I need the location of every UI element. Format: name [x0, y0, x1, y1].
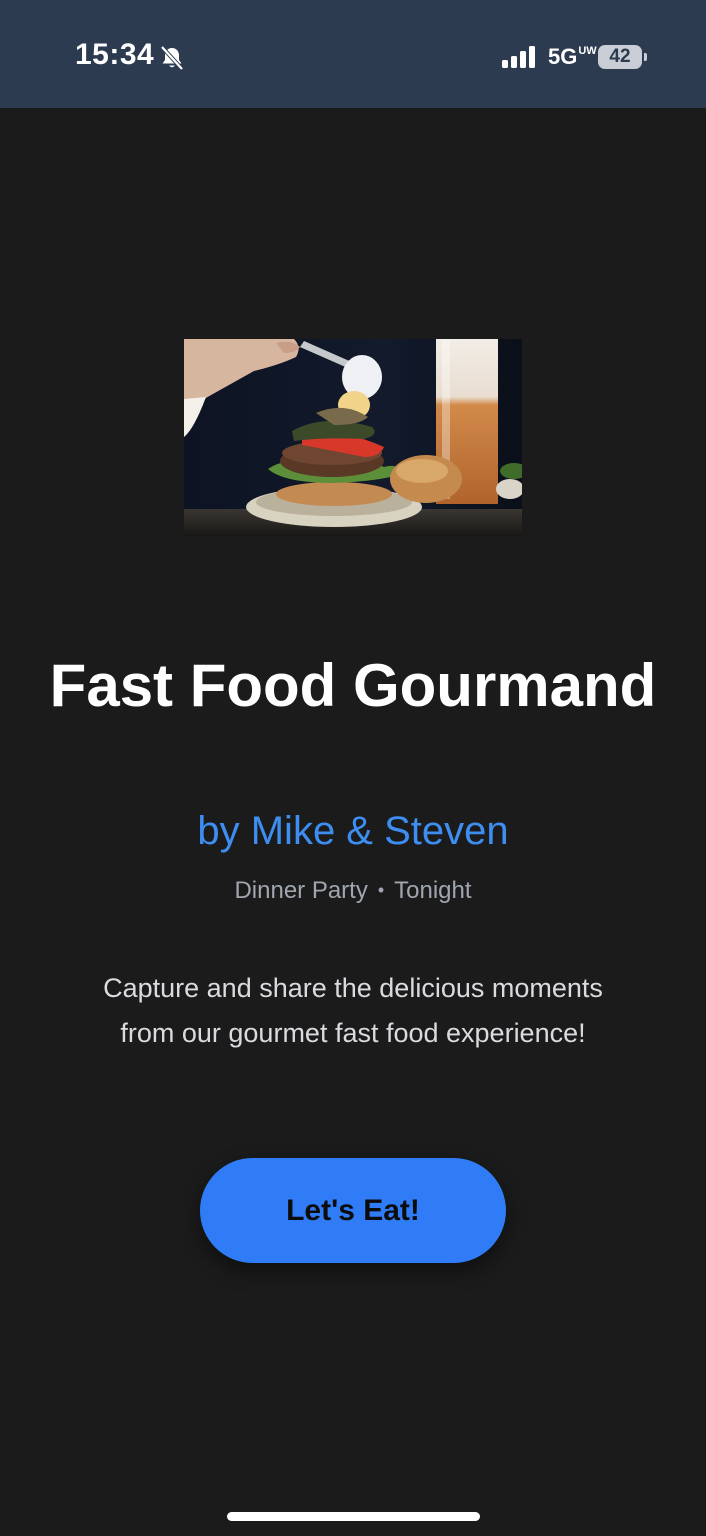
- event-description: Capture and share the delicious moments …: [103, 973, 603, 1048]
- event-hosts: by Mike & Steven: [197, 809, 509, 853]
- event-time: Tonight: [394, 877, 472, 904]
- meta-separator: •: [377, 880, 385, 900]
- lets-eat-button[interactable]: Let's Eat!: [200, 1158, 506, 1263]
- burger-photo: [184, 339, 522, 536]
- event-type: Dinner Party: [234, 877, 368, 904]
- status-bar: 15:34 5GUW 42: [0, 0, 706, 108]
- home-indicator[interactable]: [227, 1512, 480, 1521]
- event-meta: Dinner Party • Tonight: [0, 876, 706, 907]
- status-time: 15:34: [75, 38, 155, 71]
- bell-off-icon: [160, 45, 184, 71]
- cellular-signal-icon: [502, 46, 535, 68]
- battery-level: 42: [609, 46, 631, 67]
- battery-icon: 42: [598, 45, 642, 69]
- battery-nub: [644, 53, 647, 61]
- event-title: Fast Food Gourmand: [49, 652, 657, 719]
- app-screen: 15:34 5GUW 42 Fast Food Gourmand by Mike…: [0, 0, 706, 1536]
- network-type: 5GUW: [548, 44, 597, 69]
- network-subtype: UW: [578, 45, 597, 57]
